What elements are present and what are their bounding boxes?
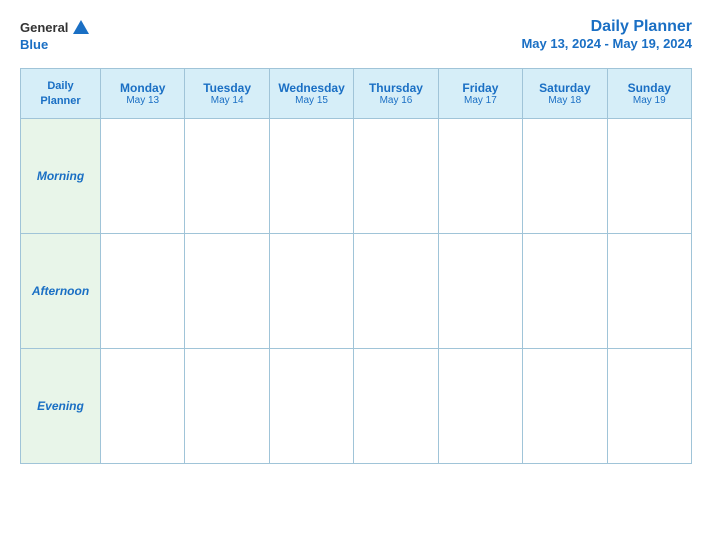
afternoon-row: Afternoon [21, 234, 692, 349]
evening-label-cell: Evening [21, 349, 101, 464]
col-saturday: Saturday May 18 [523, 69, 607, 119]
logo-general-text: General [20, 20, 68, 35]
evening-row: Evening [21, 349, 692, 464]
afternoon-wednesday[interactable] [269, 234, 353, 349]
afternoon-monday[interactable] [101, 234, 185, 349]
morning-friday[interactable] [438, 119, 522, 234]
logo-blue-text: Blue [20, 36, 48, 54]
evening-thursday[interactable] [354, 349, 438, 464]
afternoon-sunday[interactable] [607, 234, 691, 349]
col-tuesday: Tuesday May 14 [185, 69, 269, 119]
col-monday: Monday May 13 [101, 69, 185, 119]
evening-tuesday[interactable] [185, 349, 269, 464]
page: General Blue Daily Planner May 13, 2024 … [0, 0, 712, 550]
header-row: Daily Planner Monday May 13 Tuesday May … [21, 69, 692, 119]
evening-monday[interactable] [101, 349, 185, 464]
afternoon-friday[interactable] [438, 234, 522, 349]
afternoon-label-cell: Afternoon [21, 234, 101, 349]
evening-wednesday[interactable] [269, 349, 353, 464]
planner-title: Daily Planner [521, 18, 692, 36]
logo-text: General [20, 18, 90, 36]
morning-row: Morning [21, 119, 692, 234]
header: General Blue Daily Planner May 13, 2024 … [20, 18, 692, 54]
morning-tuesday[interactable] [185, 119, 269, 234]
calendar-table: Daily Planner Monday May 13 Tuesday May … [20, 68, 692, 464]
morning-saturday[interactable] [523, 119, 607, 234]
evening-friday[interactable] [438, 349, 522, 464]
morning-monday[interactable] [101, 119, 185, 234]
afternoon-tuesday[interactable] [185, 234, 269, 349]
col-friday: Friday May 17 [438, 69, 522, 119]
evening-sunday[interactable] [607, 349, 691, 464]
morning-wednesday[interactable] [269, 119, 353, 234]
col-sunday: Sunday May 19 [607, 69, 691, 119]
col-wednesday: Wednesday May 15 [269, 69, 353, 119]
col-daily-planner: Daily Planner [21, 69, 101, 119]
morning-thursday[interactable] [354, 119, 438, 234]
afternoon-saturday[interactable] [523, 234, 607, 349]
logo-triangle-icon [72, 18, 90, 36]
afternoon-thursday[interactable] [354, 234, 438, 349]
logo-area: General Blue [20, 18, 90, 54]
col-thursday: Thursday May 16 [354, 69, 438, 119]
morning-sunday[interactable] [607, 119, 691, 234]
date-range: May 13, 2024 - May 19, 2024 [521, 36, 692, 51]
morning-label-cell: Morning [21, 119, 101, 234]
title-area: Daily Planner May 13, 2024 - May 19, 202… [521, 18, 692, 51]
evening-saturday[interactable] [523, 349, 607, 464]
